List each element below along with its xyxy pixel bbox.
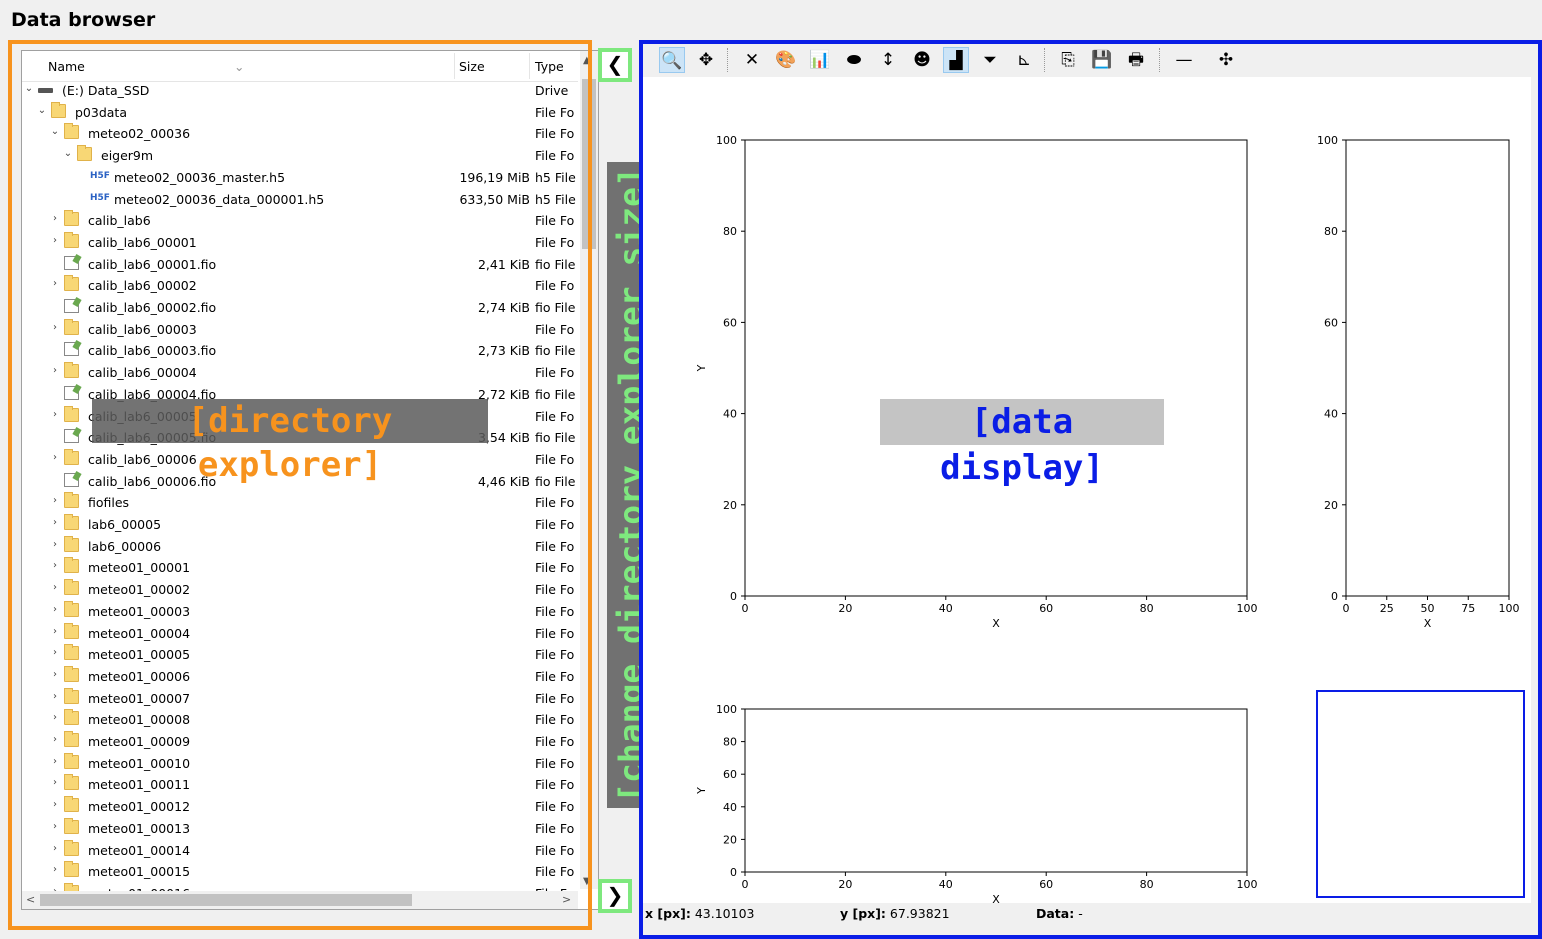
axes-icon[interactable]: ⊾ bbox=[1011, 47, 1037, 73]
roi-icon[interactable]: ⬬ bbox=[841, 47, 867, 73]
main-image-ytick-label: 40 bbox=[723, 408, 737, 421]
status-y-value: 67.93821 bbox=[889, 906, 950, 921]
vertical-profile-xtick-label: 0 bbox=[1343, 602, 1350, 615]
main-image-ytick-label: 100 bbox=[716, 134, 737, 147]
zoom-icon[interactable]: 🔍 bbox=[659, 47, 685, 73]
status-x: x [px]: 43.10103 bbox=[645, 906, 755, 921]
main-image-axes bbox=[744, 139, 1248, 597]
collapse-explorer-button[interactable]: ❮ bbox=[598, 48, 632, 82]
vertical-profile-xlabel: X bbox=[1424, 617, 1432, 630]
main-image-ytick-label: 60 bbox=[723, 316, 737, 329]
data-display-annotation: [data display] bbox=[880, 399, 1164, 488]
plot-toolbar: 🔍 ✥ ✕ 🎨 📊 ⬬ ↕ ☻ ▟ ⏷ ⊾ ⎘ 💾 🖶 — ✣ bbox=[651, 44, 1531, 76]
vertical-profile-ytick-label: 100 bbox=[1317, 134, 1338, 147]
status-data-label: Data: bbox=[1036, 906, 1075, 921]
mask-icon[interactable]: ☻ bbox=[909, 47, 935, 73]
horizontal-profile-xtick-label: 60 bbox=[1039, 878, 1053, 891]
page-title: Data browser bbox=[11, 9, 156, 31]
status-x-value: 43.10103 bbox=[694, 906, 755, 921]
vertical-profile-axes bbox=[1345, 139, 1510, 597]
main-image-xtick-label: 80 bbox=[1140, 602, 1154, 615]
filter-icon[interactable]: ⏷ bbox=[977, 47, 1003, 73]
horizontal-profile-xlabel: X bbox=[992, 893, 1000, 903]
horizontal-profile-ylabel: Y bbox=[695, 787, 708, 795]
main-image-xtick-label: 0 bbox=[742, 602, 749, 615]
copy-icon[interactable]: ⎘ bbox=[1055, 47, 1081, 73]
horizontal-profile-xtick-label: 20 bbox=[838, 878, 852, 891]
histogram-icon[interactable]: 📊 bbox=[807, 47, 833, 73]
horizontal-profile-ytick-label: 20 bbox=[723, 833, 737, 846]
toolbar-separator bbox=[1044, 48, 1046, 72]
main-image-xtick-label: 20 bbox=[838, 602, 852, 615]
horizontal-profile-xtick-label: 0 bbox=[742, 878, 749, 891]
pan-icon[interactable]: ✥ bbox=[693, 47, 719, 73]
main-image-xtick-label: 100 bbox=[1237, 602, 1258, 615]
status-data-value: - bbox=[1078, 906, 1083, 921]
horizontal-profile-xtick-label: 100 bbox=[1237, 878, 1258, 891]
vertical-profile-ytick-label: 0 bbox=[1331, 590, 1338, 603]
vertical-profile-ytick-label: 80 bbox=[1324, 225, 1338, 238]
horizontal-profile-ytick-label: 0 bbox=[730, 866, 737, 879]
horizontal-profile-ytick-label: 100 bbox=[716, 703, 737, 716]
vertical-profile-xtick-label: 100 bbox=[1499, 602, 1520, 615]
horizontal-profile-xtick-label: 40 bbox=[939, 878, 953, 891]
toolbar-separator bbox=[727, 48, 729, 72]
horizontal-profile-ytick-label: 60 bbox=[723, 768, 737, 781]
status-x-label: x [px]: bbox=[645, 906, 691, 921]
main-image-xtick-label: 60 bbox=[1039, 602, 1053, 615]
vertical-profile-ytick-label: 40 bbox=[1324, 408, 1338, 421]
vertical-profile-ytick-label: 20 bbox=[1324, 499, 1338, 512]
colormap-icon[interactable]: 🎨 bbox=[773, 47, 799, 73]
save-icon[interactable]: 💾 bbox=[1089, 47, 1115, 73]
main-image-ytick-label: 0 bbox=[730, 590, 737, 603]
status-data: Data: - bbox=[1036, 906, 1083, 921]
profile-icon[interactable]: ▟ bbox=[943, 47, 969, 73]
main-image-xtick-label: 40 bbox=[939, 602, 953, 615]
directory-explorer-annotation: [directory explorer] bbox=[92, 399, 488, 485]
print-icon[interactable]: 🖶 bbox=[1123, 47, 1149, 73]
status-y-label: y [px]: bbox=[840, 906, 886, 921]
main-image-ytick-label: 20 bbox=[723, 499, 737, 512]
vertical-profile-xtick-label: 25 bbox=[1380, 602, 1394, 615]
horizontal-profile-axes bbox=[744, 708, 1248, 873]
toolbar-separator bbox=[1159, 48, 1161, 72]
vertical-profile-xtick-label: 50 bbox=[1421, 602, 1435, 615]
vertical-profile-ytick-label: 60 bbox=[1324, 316, 1338, 329]
line-style-icon[interactable]: — bbox=[1171, 47, 1197, 73]
marker-icon[interactable]: ✣ bbox=[1213, 47, 1239, 73]
expand-explorer-button[interactable]: ❯ bbox=[598, 879, 632, 913]
vertical-profile-xtick-label: 75 bbox=[1461, 602, 1475, 615]
horizontal-profile-ytick-label: 80 bbox=[723, 736, 737, 749]
main-image-ytick-label: 80 bbox=[723, 225, 737, 238]
main-image-xlabel: X bbox=[992, 617, 1000, 630]
status-y: y [px]: 67.93821 bbox=[840, 906, 950, 921]
main-image-ylabel: Y bbox=[695, 364, 708, 372]
empty-corner-panel bbox=[1316, 690, 1525, 898]
y-axis-icon[interactable]: ↕ bbox=[875, 47, 901, 73]
horizontal-profile-ytick-label: 40 bbox=[723, 801, 737, 814]
horizontal-profile-xtick-label: 80 bbox=[1140, 878, 1154, 891]
reset-zoom-icon[interactable]: ✕ bbox=[739, 47, 765, 73]
